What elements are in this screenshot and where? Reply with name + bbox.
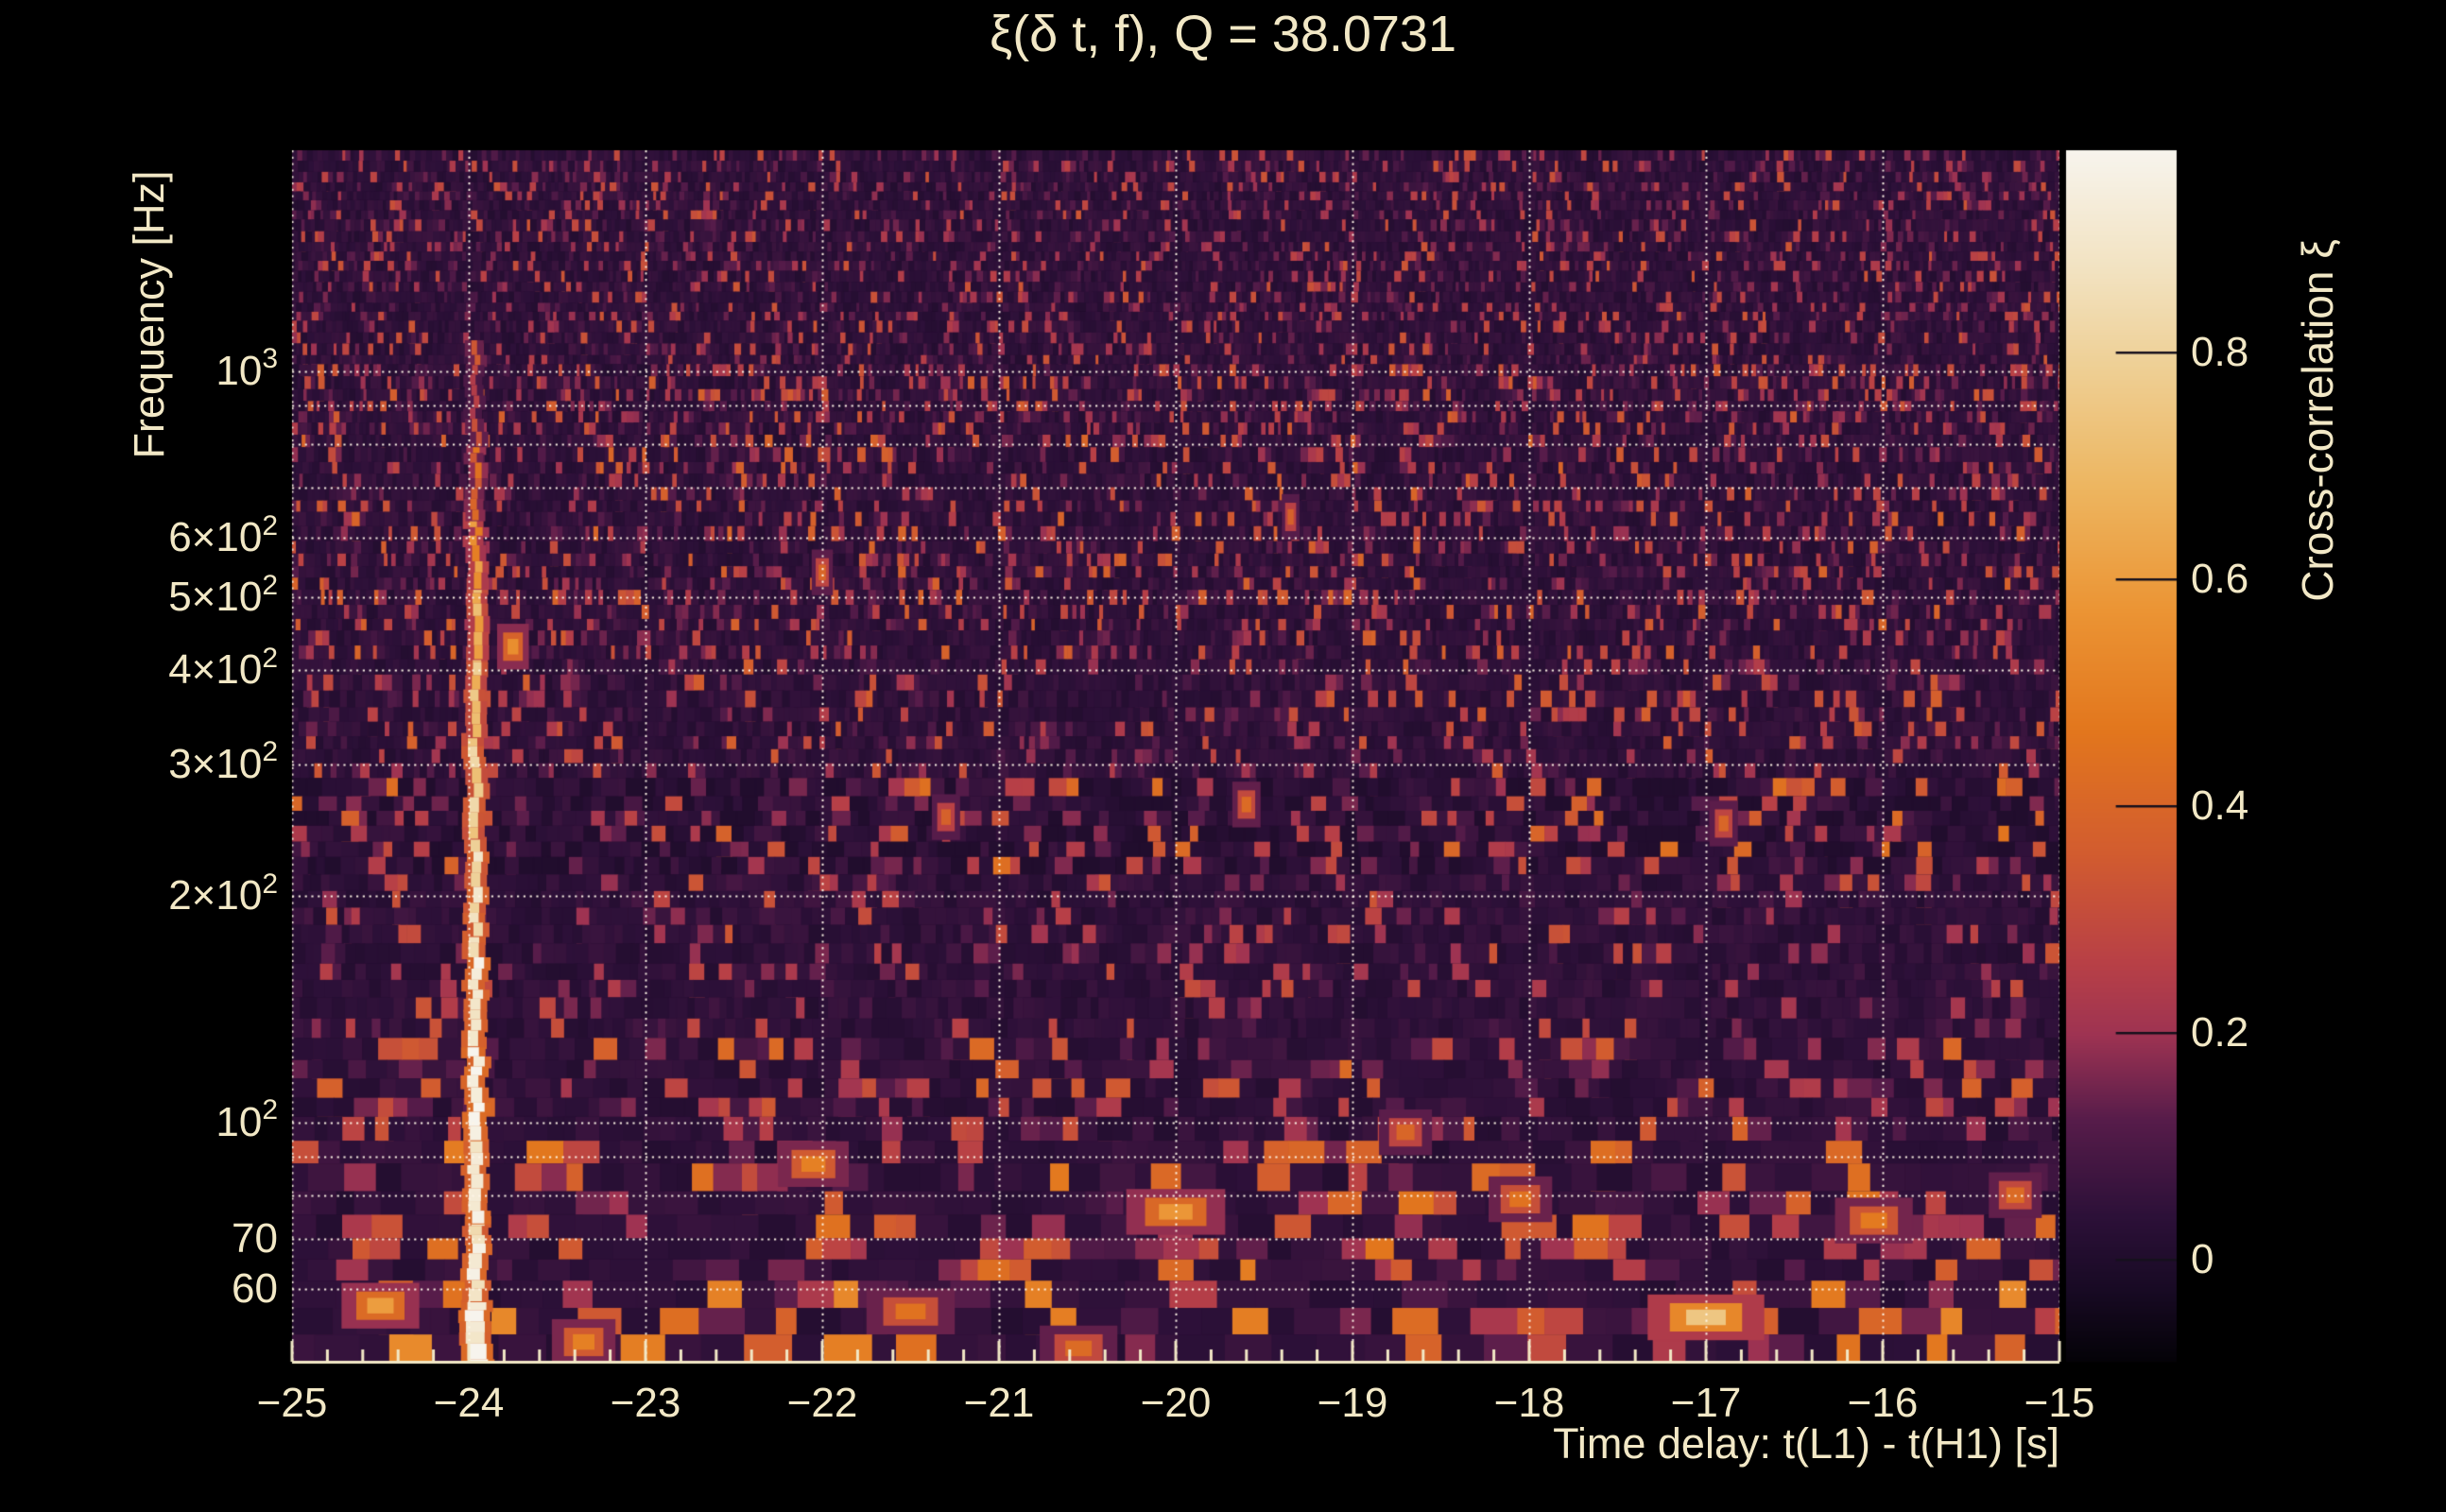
colorbar-title: Cross-correlation ξ: [2293, 239, 2342, 602]
y-tick-exponent: 2: [262, 509, 278, 541]
y-tick-mantissa: 3×10: [168, 740, 263, 787]
spectrogram-heatmap-canvas: [0, 0, 2446, 1512]
x-tick-label: −20: [1140, 1380, 1212, 1426]
y-tick-mantissa: 6×10: [168, 514, 263, 561]
y-tick-exponent: 3: [262, 343, 278, 375]
x-tick-label: −23: [610, 1380, 681, 1426]
x-tick-label: −17: [1670, 1380, 1742, 1426]
y-tick-label: 3×102: [168, 735, 278, 791]
x-tick-label: −24: [433, 1380, 505, 1426]
y-tick-exponent: 2: [262, 1094, 278, 1126]
x-tick-label: −15: [2024, 1380, 2095, 1426]
cross-correlation-figure: ξ(δ t, f), Q = 38.0731 Frequency [Hz] Ti…: [0, 0, 2446, 1512]
x-tick-label: −18: [1493, 1380, 1565, 1426]
y-tick-mantissa: 10: [215, 348, 263, 394]
y-tick-exponent: 2: [262, 735, 278, 767]
y-tick-label: 102: [215, 1096, 278, 1149]
x-tick-label: −22: [786, 1380, 858, 1426]
y-tick-exponent: 2: [262, 868, 278, 900]
y-tick-label: 4×102: [168, 644, 278, 696]
y-tick-exponent: 2: [262, 642, 278, 674]
y-tick-label: 6×102: [168, 511, 278, 564]
colorbar-tick-label: 0.2: [2191, 1008, 2249, 1056]
y-tick-mantissa: 2×10: [168, 872, 263, 919]
y-tick-mantissa: 70: [232, 1214, 278, 1262]
colorbar-tick-label: 0: [2191, 1235, 2214, 1282]
x-tick-label: −16: [1847, 1380, 1919, 1426]
y-tick-mantissa: 4×10: [168, 646, 263, 694]
colorbar-tick-label: 0.4: [2191, 782, 2249, 829]
y-tick-mantissa: 10: [215, 1098, 263, 1145]
y-tick-label: 60: [232, 1263, 278, 1315]
y-tick-label: 70: [232, 1212, 278, 1265]
y-tick-mantissa: 60: [232, 1264, 278, 1312]
y-axis-title: Frequency [Hz]: [125, 170, 173, 459]
y-tick-label: 2×102: [168, 869, 278, 922]
chart-title: ξ(δ t, f), Q = 38.0731: [990, 6, 1456, 62]
x-tick-label: −21: [963, 1380, 1035, 1426]
colorbar-tick-label: 0.6: [2191, 555, 2249, 602]
y-tick-label: 103: [215, 345, 278, 398]
y-tick-label: 5×102: [168, 571, 278, 624]
x-tick-label: −25: [256, 1380, 328, 1426]
y-tick-mantissa: 5×10: [168, 574, 263, 621]
colorbar-tick-label: 0.8: [2191, 328, 2249, 375]
y-tick-exponent: 2: [262, 569, 278, 601]
x-tick-label: −19: [1317, 1380, 1388, 1426]
